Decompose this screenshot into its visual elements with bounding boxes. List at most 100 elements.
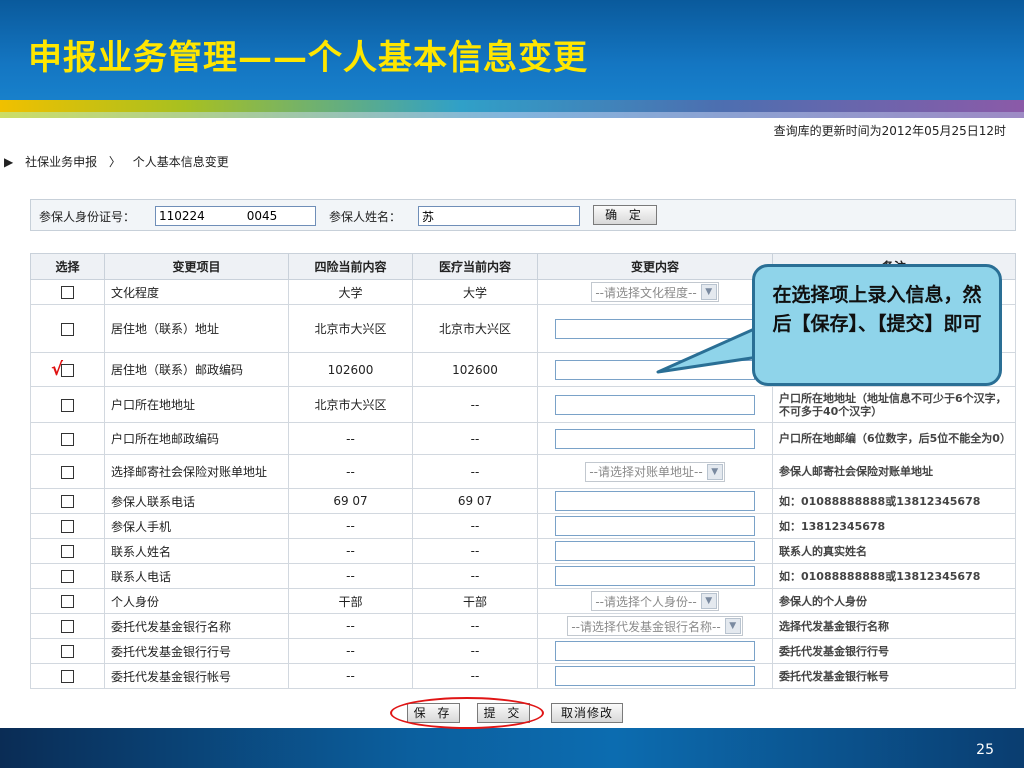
note-text: 如：13812345678 (772, 513, 1016, 539)
item-name: 参保人联系电话 (104, 488, 289, 514)
change-select[interactable]: --请选择文化程度-- ▼ (591, 282, 719, 302)
breadcrumb-item-service[interactable]: 社保业务申报 (25, 155, 97, 169)
four-insurance-value: 69 07 (288, 488, 413, 514)
change-input[interactable] (555, 516, 755, 536)
name-input[interactable] (418, 206, 580, 226)
row-checkbox[interactable] (61, 432, 74, 446)
four-insurance-value: -- (288, 454, 413, 489)
table-row: 选择邮寄社会保险对账单地址 -- -- --请选择对账单地址-- ▼ 参保人邮寄社会保险对… (30, 454, 1016, 489)
change-input[interactable] (555, 666, 755, 686)
row-checkbox[interactable] (61, 520, 74, 533)
row-checkbox[interactable] (61, 322, 74, 336)
header-change: 变更内容 (537, 253, 773, 280)
chevron-down-icon: ▼ (724, 618, 741, 634)
change-select[interactable]: --请选择代发基金银行名称-- ▼ (567, 616, 743, 636)
medical-value: -- (412, 663, 538, 689)
table-row: 委托代发基金银行名称 -- -- --请选择代发基金银行名称-- ▼ 选择代发基金银行名称 (30, 613, 1016, 639)
change-cell (537, 563, 773, 589)
table-row: 委托代发基金银行行号 -- -- 委托代发基金银行行号 (30, 638, 1016, 664)
medical-value: -- (412, 422, 538, 455)
four-insurance-value: -- (288, 663, 413, 689)
row-checkbox[interactable] (61, 398, 74, 412)
select-cell (30, 563, 105, 589)
medical-value: -- (412, 638, 538, 664)
table-row: 委托代发基金银行帐号 -- -- 委托代发基金银行帐号 (30, 663, 1016, 689)
row-checkbox[interactable] (61, 670, 74, 683)
row-checkbox[interactable] (61, 495, 74, 508)
medical-value: -- (412, 563, 538, 589)
row-checkbox[interactable] (61, 595, 74, 608)
checkmark-icon: √ (51, 358, 64, 380)
change-cell: --请选择对账单地址-- ▼ (537, 454, 773, 489)
item-name: 委托代发基金银行帐号 (104, 663, 289, 689)
note-text: 选择代发基金银行名称 (772, 613, 1016, 639)
change-input[interactable] (555, 394, 755, 415)
id-number-label: 参保人身份证号： (39, 210, 136, 224)
change-cell (537, 663, 773, 689)
cancel-changes-button[interactable]: 取消修改 (551, 703, 623, 723)
change-select-value: --请选择文化程度-- (595, 285, 697, 300)
change-cell (537, 304, 773, 353)
medical-value: -- (412, 386, 538, 423)
row-checkbox[interactable] (61, 286, 74, 299)
four-insurance-value: 北京市大兴区 (288, 386, 413, 423)
medical-value: -- (412, 454, 538, 489)
select-cell (30, 304, 105, 353)
instruction-callout: 在选择项上录入信息，然后【保存】、【提交】即可 (752, 264, 1002, 386)
change-cell: --请选择代发基金银行名称-- ▼ (537, 613, 773, 639)
change-input[interactable] (555, 541, 755, 561)
change-input[interactable] (555, 566, 755, 586)
medical-value: 69 07 (412, 488, 538, 514)
table-row: 联系人电话 -- -- 如：01088888888或13812345678 (30, 563, 1016, 589)
change-cell: --请选择文化程度-- ▼ (537, 279, 773, 305)
search-bar: 参保人身份证号： 参保人姓名： 确 定 (30, 199, 1016, 231)
item-name: 个人身份 (104, 588, 289, 614)
note-text: 如：01088888888或13812345678 (772, 563, 1016, 589)
row-checkbox[interactable] (61, 465, 74, 479)
name-label: 参保人姓名： (329, 210, 402, 224)
medical-value: 大学 (412, 279, 538, 305)
select-cell (30, 386, 105, 423)
change-input[interactable] (555, 428, 755, 449)
note-text: 联系人的真实姓名 (772, 538, 1016, 564)
row-checkbox[interactable] (61, 645, 74, 658)
change-select[interactable]: --请选择对账单地址-- ▼ (585, 461, 725, 482)
banner-stripe-light (0, 112, 1024, 118)
row-checkbox[interactable] (61, 545, 74, 558)
change-input[interactable] (555, 641, 755, 661)
change-select-value: --请选择对账单地址-- (589, 465, 703, 479)
page-number: 25 (976, 742, 994, 758)
medical-value: -- (412, 513, 538, 539)
four-insurance-value: -- (288, 613, 413, 639)
note-text: 委托代发基金银行行号 (772, 638, 1016, 664)
id-number-input[interactable] (155, 206, 316, 226)
row-checkbox[interactable] (61, 570, 74, 583)
item-name: 文化程度 (104, 279, 289, 305)
slide-footer: 25 (0, 728, 1024, 768)
four-insurance-value: -- (288, 422, 413, 455)
four-insurance-value: 102600 (288, 352, 413, 387)
table-row: 户口所在地邮政编码 -- -- 户口所在地邮编（6位数字，后5位不能全为0） (30, 422, 1016, 455)
header-four-insurance: 四险当前内容 (288, 253, 413, 280)
note-text: 户口所在地邮编（6位数字，后5位不能全为0） (772, 422, 1016, 455)
confirm-button[interactable]: 确 定 (593, 205, 657, 225)
change-input[interactable] (555, 359, 755, 380)
four-insurance-value: -- (288, 513, 413, 539)
four-insurance-value: -- (288, 563, 413, 589)
row-checkbox[interactable] (61, 620, 74, 633)
table-row: 参保人联系电话 69 07 69 07 如：01088888888或138123456… (30, 488, 1016, 514)
change-cell (537, 386, 773, 423)
save-submit-highlight-circle (390, 697, 544, 729)
chevron-down-icon: ▼ (700, 284, 717, 300)
breadcrumb: ▶ 社保业务申报 〉 个人基本信息变更 (4, 153, 229, 170)
item-name: 户口所在地地址 (104, 386, 289, 423)
select-cell: √ (30, 352, 105, 387)
change-select-value: --请选择代发基金银行名称-- (571, 619, 721, 634)
item-name: 委托代发基金银行名称 (104, 613, 289, 639)
change-input[interactable] (555, 491, 755, 511)
change-select[interactable]: --请选择个人身份-- ▼ (591, 591, 719, 611)
table-row: 参保人手机 -- -- 如：13812345678 (30, 513, 1016, 539)
item-name: 委托代发基金银行行号 (104, 638, 289, 664)
change-input[interactable] (555, 318, 755, 339)
medical-value: -- (412, 538, 538, 564)
